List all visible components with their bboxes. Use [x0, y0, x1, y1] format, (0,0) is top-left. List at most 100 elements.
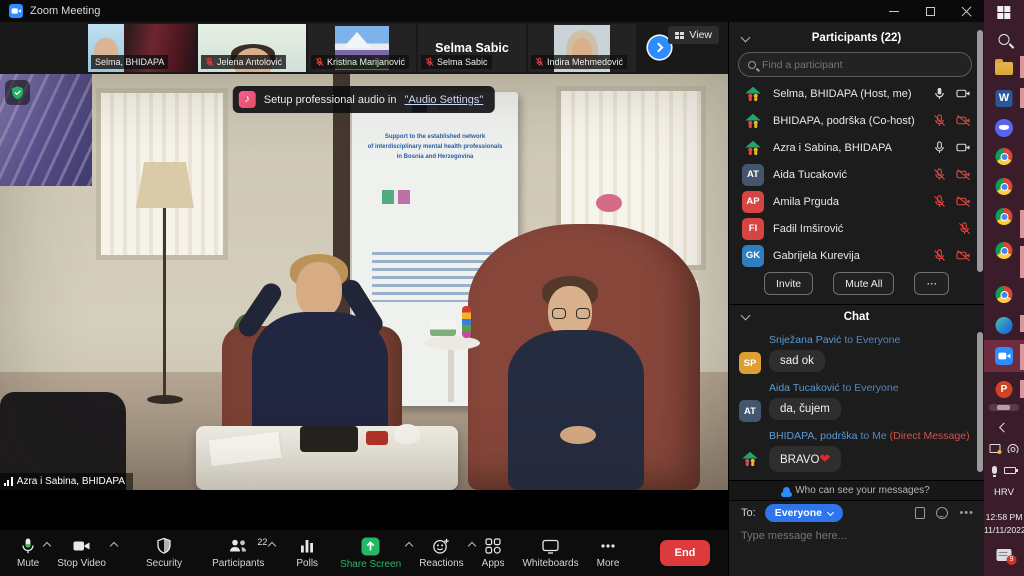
- chat-message: BHIDAPA, podrška to Me (Direct Message) …: [729, 424, 984, 476]
- emoji-icon[interactable]: [936, 507, 948, 519]
- camera-off-icon: [956, 195, 971, 208]
- taskbar-search-icon[interactable]: [999, 34, 1010, 45]
- video-thumbnail[interactable]: Selma, BHIDAPA: [88, 24, 196, 72]
- wifi-icon[interactable]: [1008, 444, 1019, 453]
- chat-recipient: to Everyone: [844, 334, 900, 346]
- meeting-main-area: Selma, BHIDAPA Jelena Antolović Kristina…: [0, 22, 728, 576]
- discord-icon[interactable]: [995, 119, 1013, 137]
- active-speaker-video: Support to the established network of in…: [0, 74, 728, 490]
- participant-row[interactable]: AP Amila Prguda: [729, 188, 984, 215]
- chevron-down-icon[interactable]: [741, 311, 751, 321]
- shield-icon: [155, 537, 173, 555]
- whiteboards-button[interactable]: Whiteboards: [513, 530, 587, 576]
- mic-muted-icon: [933, 168, 946, 181]
- audio-settings-link[interactable]: "Audio Settings": [404, 94, 483, 106]
- more-button[interactable]: More: [588, 530, 629, 576]
- zoom-taskbar-icon[interactable]: [995, 347, 1013, 365]
- apps-button[interactable]: Apps: [473, 530, 514, 576]
- microphone-icon: [19, 537, 37, 555]
- video-thumbnail[interactable]: Selma Sabic Selma Sabic: [418, 24, 526, 72]
- chat-messages: SP Snježana Pavić to Everyone sad ok AT …: [729, 328, 984, 476]
- music-note-icon: [239, 91, 256, 108]
- chat-recipient: to Me: [860, 430, 886, 442]
- close-icon: [961, 6, 972, 17]
- windows-start-icon[interactable]: [997, 6, 1010, 19]
- chevron-down-icon[interactable]: [741, 33, 751, 43]
- person-icon: [783, 487, 790, 494]
- windows-taskbar: HRV 12:58 PM 11/11/2022 9: [984, 0, 1024, 576]
- thumbnail-name-label: Selma Sabic: [421, 55, 492, 69]
- participant-row[interactable]: AT Aida Tucaković: [729, 161, 984, 188]
- mute-button[interactable]: Mute: [8, 530, 48, 576]
- security-button[interactable]: Security: [137, 530, 191, 576]
- camera-off-icon: [956, 114, 971, 127]
- battery-icon[interactable]: [1004, 467, 1016, 474]
- participants-button[interactable]: Participants 22: [203, 530, 273, 576]
- participant-row[interactable]: GK Gabrijela Kurevija: [729, 242, 984, 269]
- video-thumbnail[interactable]: Jelena Antolović: [198, 24, 306, 72]
- participant-search-box[interactable]: [738, 52, 972, 77]
- participant-row[interactable]: FI Fadil Imširović: [729, 215, 984, 242]
- file-attach-icon[interactable]: [915, 507, 925, 519]
- maximize-button[interactable]: [912, 0, 948, 22]
- video-thumbnail[interactable]: Kristina Marijanović: [308, 24, 416, 72]
- window-edge-strip: [1020, 315, 1024, 332]
- chrome-icon[interactable]: [996, 208, 1013, 225]
- scene-vignette: [0, 74, 728, 490]
- chat-more-icon[interactable]: •••: [959, 510, 974, 516]
- chat-sender: Snježana Pavić: [769, 334, 841, 346]
- encryption-badge[interactable]: [5, 80, 30, 105]
- chat-message-input[interactable]: [741, 530, 972, 542]
- polls-button[interactable]: Polls: [287, 530, 327, 576]
- video-options-caret[interactable]: [110, 542, 118, 550]
- participants-count-badge: 22: [257, 537, 267, 547]
- audio-setup-banner: Setup professional audio in "Audio Setti…: [233, 86, 495, 113]
- system-tray-row: [992, 466, 1016, 474]
- notification-center-icon[interactable]: 9: [997, 549, 1012, 561]
- participant-row[interactable]: BHIDAPA, podrška (Co-host): [729, 107, 984, 134]
- taskbar-clock[interactable]: 12:58 PM 11/11/2022: [984, 511, 1024, 537]
- chrome-icon[interactable]: [996, 286, 1013, 303]
- close-button[interactable]: [948, 0, 984, 22]
- file-explorer-icon[interactable]: [995, 62, 1013, 75]
- participants-scrollbar[interactable]: [977, 30, 983, 272]
- mute-all-button[interactable]: Mute All: [833, 272, 894, 295]
- chrome-icon[interactable]: [996, 178, 1013, 195]
- end-meeting-button[interactable]: End: [660, 540, 710, 566]
- chat-scrollbar[interactable]: [977, 332, 983, 472]
- share-screen-button[interactable]: Share Screen: [331, 530, 410, 576]
- tray-mic-icon[interactable]: [992, 466, 997, 474]
- taskbar-scroll-slider[interactable]: [989, 404, 1019, 411]
- search-input[interactable]: [762, 59, 962, 71]
- maximize-icon: [926, 7, 935, 16]
- recipient-selector[interactable]: Everyone: [765, 504, 843, 522]
- thumbnail-name-label: Selma, BHIDAPA: [91, 55, 168, 69]
- thumbnail-name-label: Kristina Marijanović: [311, 55, 409, 69]
- bhidapa-logo-avatar: [742, 83, 764, 105]
- word-icon[interactable]: [996, 90, 1013, 107]
- thumbnail-name-label: Indira Mehmedović: [531, 55, 627, 69]
- language-indicator[interactable]: HRV: [994, 487, 1014, 498]
- view-button[interactable]: View: [668, 26, 719, 44]
- photos-tray-icon[interactable]: [990, 444, 1001, 453]
- participants-options-caret[interactable]: [268, 542, 276, 550]
- minimize-button[interactable]: [876, 0, 912, 22]
- hidden-icons-chevron[interactable]: [999, 423, 1009, 433]
- participants-more-button[interactable]: ⋯: [914, 272, 949, 295]
- video-thumbnail[interactable]: Indira Mehmedović: [528, 24, 636, 72]
- chat-privacy-note[interactable]: Who can see your messages?: [729, 480, 984, 501]
- edge-icon[interactable]: [996, 317, 1013, 334]
- stop-video-button[interactable]: Stop Video: [48, 530, 115, 576]
- chat-message: SP Snježana Pavić to Everyone sad ok: [729, 328, 984, 376]
- shield-check-icon: [10, 85, 25, 100]
- initials-avatar: GK: [742, 245, 764, 267]
- invite-button[interactable]: Invite: [764, 272, 813, 295]
- powerpoint-icon[interactable]: [996, 381, 1013, 398]
- participant-row[interactable]: Azra i Sabina, BHIDAPA: [729, 134, 984, 161]
- participant-row[interactable]: Selma, BHIDAPA (Host, me): [729, 80, 984, 107]
- reactions-button[interactable]: Reactions: [410, 530, 472, 576]
- chrome-icon[interactable]: [996, 242, 1013, 259]
- whiteboard-icon: [541, 537, 560, 555]
- window-edge-strip: [1020, 56, 1024, 78]
- chrome-icon[interactable]: [996, 148, 1013, 165]
